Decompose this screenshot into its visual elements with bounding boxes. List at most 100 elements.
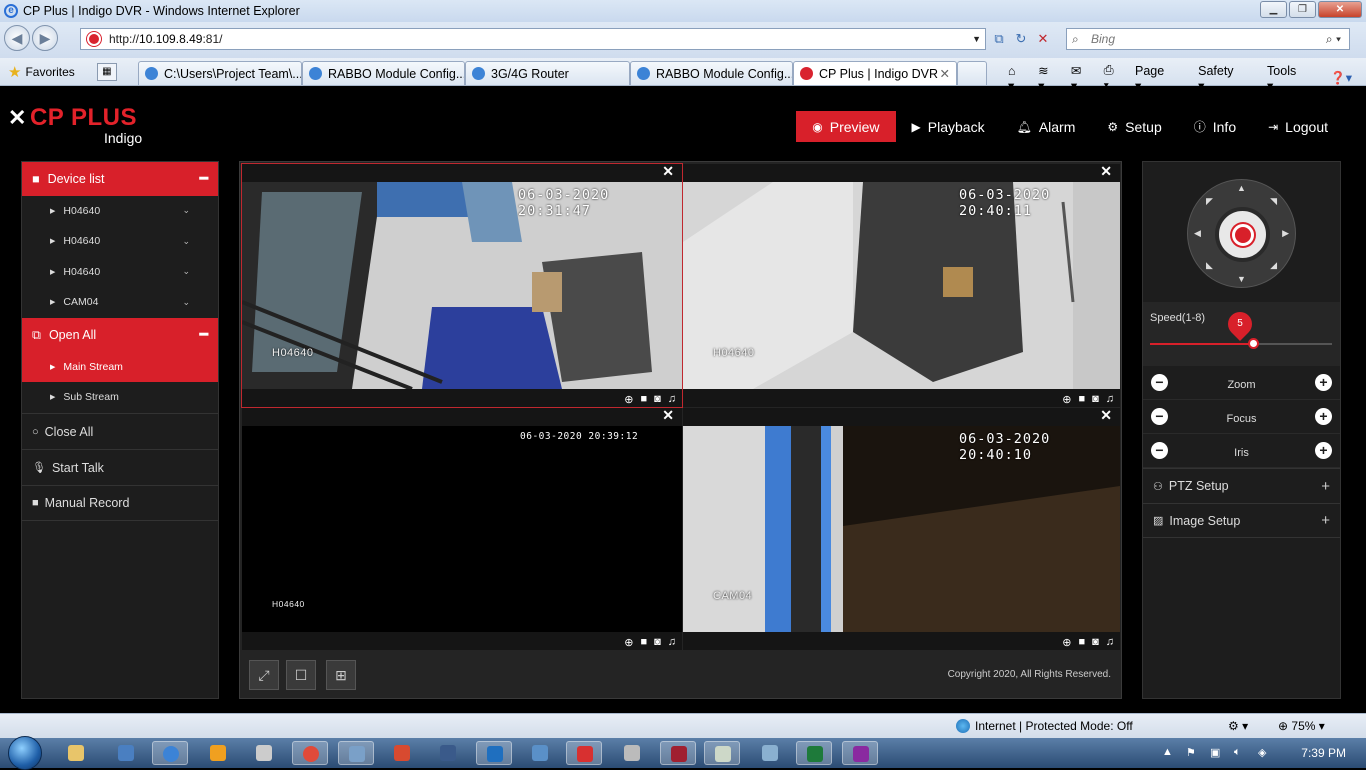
tray-volume-icon[interactable]: 🔈︎ — [1234, 746, 1241, 759]
close-video-icon[interactable]: ✕ — [662, 407, 674, 424]
focus-plus-button[interactable]: + — [1315, 408, 1332, 425]
record-icon[interactable]: ■ — [640, 393, 647, 406]
device-item[interactable]: ▶ H04640 ⌄ — [22, 257, 218, 288]
minimize-button[interactable]: ▁ — [1260, 1, 1287, 18]
nav-playback[interactable]: ▶ Playback — [896, 111, 1001, 142]
search-go-icon[interactable]: ⌕ ▾ — [1326, 29, 1341, 49]
pan-up-right-icon[interactable]: ◥ — [1270, 196, 1277, 207]
app-icon-8[interactable] — [430, 741, 466, 765]
app-icon-15[interactable] — [752, 741, 788, 765]
zoom-in-icon[interactable]: ⊕ — [1062, 636, 1071, 649]
address-dropdown-icon[interactable]: ▼ — [972, 34, 981, 44]
back-button[interactable]: ◀ — [4, 25, 30, 51]
chevron-down-icon[interactable]: ⌄ — [182, 236, 190, 247]
zoom-level[interactable]: ⊕ 75% ▾ — [1278, 719, 1325, 733]
tray-flag-icon[interactable]: ⚑ — [1186, 746, 1196, 759]
ptz-setup-row[interactable]: ⚇ PTZ Setup + — [1143, 468, 1340, 503]
single-view-button[interactable]: ☐ — [286, 660, 316, 690]
audio-icon[interactable]: ♫ — [668, 393, 676, 406]
quick-tabs-icon[interactable]: ▦ — [96, 62, 117, 81]
network-app-icon[interactable] — [108, 741, 144, 765]
app-icon-10[interactable] — [522, 741, 558, 765]
image-setup-row[interactable]: ▨ Image Setup + — [1143, 503, 1340, 538]
outlook-icon[interactable] — [476, 741, 512, 765]
tray-network-icon[interactable]: ▣ — [1210, 746, 1220, 759]
iris-plus-button[interactable]: + — [1315, 442, 1332, 459]
audio-icon[interactable]: ♫ — [1106, 636, 1114, 649]
main-stream-item[interactable]: ▶ Main Stream — [22, 352, 218, 383]
device-item[interactable]: ▶ H04640 ⌄ — [22, 227, 218, 257]
chrome-icon[interactable] — [292, 741, 328, 765]
favorites-button[interactable]: ★ Favorites — [8, 63, 75, 81]
audio-icon[interactable]: ♫ — [1106, 393, 1114, 406]
nav-preview[interactable]: ◉ Preview — [796, 111, 896, 142]
record-icon[interactable]: ■ — [1078, 636, 1085, 649]
close-all-button[interactable]: ○ Close All — [22, 413, 218, 449]
pan-down-right-icon[interactable]: ◢ — [1270, 260, 1277, 271]
snapshot-icon[interactable]: ◙ — [654, 393, 661, 406]
tab-router[interactable]: 3G/4G Router — [465, 61, 630, 85]
stop-icon[interactable]: ✕ — [1032, 29, 1054, 49]
nav-logout[interactable]: ⇥ Logout — [1252, 111, 1344, 142]
record-icon[interactable]: ■ — [640, 636, 647, 649]
pan-left-icon[interactable]: ◀ — [1194, 228, 1201, 239]
pan-up-icon[interactable]: ▲ — [1237, 183, 1246, 193]
new-tab-button[interactable] — [957, 61, 987, 85]
sub-stream-item[interactable]: ▶ Sub Stream — [22, 383, 218, 413]
audio-icon[interactable]: ♫ — [668, 636, 676, 649]
collapse-icon[interactable]: ━ — [200, 170, 208, 187]
snapshot-icon[interactable]: ◙ — [654, 636, 661, 649]
app-icon-7[interactable] — [384, 741, 420, 765]
chevron-down-icon[interactable]: ⌄ — [182, 205, 190, 216]
zoom-in-icon[interactable]: ⊕ — [624, 393, 633, 406]
tool-app-icon[interactable] — [338, 741, 374, 765]
ptz-direction-pad[interactable]: ▲ ▼ ◀ ▶ ◤ ◥ ◣ ◢ — [1187, 179, 1296, 288]
tab-rabbo-1[interactable]: RABBO Module Config... — [302, 61, 465, 85]
nav-info[interactable]: ⓘ Info — [1178, 111, 1252, 142]
video-cell-1[interactable]: ✕ 06-03-2020 20:31:47 H04640 ⊕ ■ ◙ ♫ — [241, 163, 683, 408]
record-icon[interactable]: ■ — [1078, 393, 1085, 406]
video-cell-3[interactable]: ✕ 06-03-2020 20:39:12 H04640 ⊕ ■ ◙ ♫ — [242, 407, 682, 650]
manual-record-button[interactable]: ■ Manual Record — [22, 485, 218, 521]
tab-rabbo-2[interactable]: RABBO Module Config... — [630, 61, 793, 85]
close-video-icon[interactable]: ✕ — [1100, 407, 1112, 424]
device-list-header[interactable]: ■ Device list ━ — [22, 162, 218, 196]
media-player-icon[interactable] — [200, 741, 236, 765]
close-video-icon[interactable]: ✕ — [662, 163, 674, 180]
tab-users[interactable]: C:\Users\Project Team\... — [138, 61, 302, 85]
nav-alarm[interactable]: 🔔︎ Alarm — [1001, 111, 1092, 142]
expand-icon[interactable]: + — [1321, 478, 1330, 495]
close-video-icon[interactable]: ✕ — [1100, 163, 1112, 180]
ptz-center-button[interactable] — [1215, 207, 1270, 262]
close-tab-icon[interactable]: ✕ — [940, 66, 950, 81]
app-icon-14[interactable] — [704, 741, 740, 765]
device-item[interactable]: ▶ H04640 ⌄ — [22, 196, 218, 227]
app-icon-12[interactable] — [614, 741, 650, 765]
zoom-in-button[interactable]: + — [1315, 374, 1332, 391]
pan-down-left-icon[interactable]: ◣ — [1206, 260, 1213, 271]
help-icon[interactable]: ❓▾ — [1330, 70, 1352, 86]
pan-down-icon[interactable]: ▼ — [1237, 274, 1246, 284]
security-zone[interactable]: Internet | Protected Mode: Off — [956, 719, 1133, 733]
pan-right-icon[interactable]: ▶ — [1282, 228, 1289, 239]
refresh-icon[interactable]: ↻ — [1010, 29, 1032, 49]
chevron-down-icon[interactable]: ⌄ — [182, 266, 190, 277]
fullscreen-button[interactable]: ⤢ — [249, 660, 279, 690]
snapshot-icon[interactable]: ◙ — [1092, 393, 1099, 406]
tray-app-icon[interactable]: ◈ — [1258, 746, 1266, 759]
video-cell-2[interactable]: ✕ 06-03-2020 20:40:11 H04640 ⊕ ■ ◙ ♫ — [683, 163, 1120, 407]
speed-slider[interactable] — [1150, 338, 1332, 349]
zoom-in-icon[interactable]: ⊕ — [624, 636, 633, 649]
pan-up-left-icon[interactable]: ◤ — [1206, 196, 1213, 207]
close-window-button[interactable]: ✕ — [1318, 1, 1362, 18]
ie-taskbar-icon[interactable] — [152, 741, 188, 765]
privacy-icon[interactable]: ⚙ ▾ — [1228, 719, 1248, 733]
tab-cp-plus[interactable]: CP Plus | Indigo DVR ✕ — [793, 61, 957, 85]
snapshot-icon[interactable]: ◙ — [1092, 636, 1099, 649]
explorer-icon[interactable] — [58, 741, 94, 765]
nav-setup[interactable]: ⚙ Setup — [1091, 111, 1177, 142]
chevron-down-icon[interactable]: ⌄ — [182, 297, 190, 308]
winrar-icon[interactable] — [842, 741, 878, 765]
video-cell-4[interactable]: ✕ 06-03-2020 20:40:10 CAM04 ⊕ ■ ◙ ♫ — [683, 407, 1120, 650]
search-input[interactable]: ⌕ Bing ⌕ ▾ — [1066, 28, 1350, 50]
